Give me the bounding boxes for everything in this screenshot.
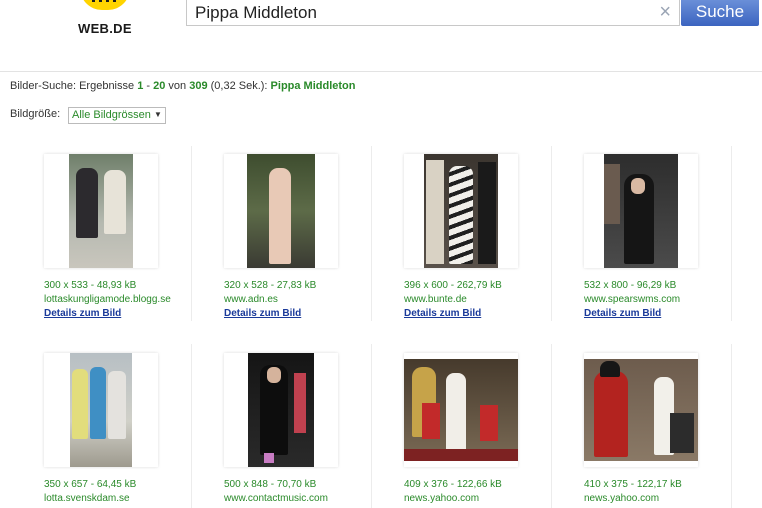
image-source[interactable]: lottaskungligamode.blogg.se xyxy=(44,294,171,305)
image-thumbnail[interactable] xyxy=(404,154,518,268)
column-divider xyxy=(731,344,732,508)
results-dash: - xyxy=(143,80,154,92)
logo-mark-icon xyxy=(80,0,130,10)
webde-logo[interactable]: WEB.DE xyxy=(70,0,140,38)
results-to: 20 xyxy=(153,80,166,92)
image-dimensions: 409 x 376 - 122,66 kB xyxy=(404,479,502,490)
image-dimensions: 350 x 657 - 64,45 kB xyxy=(44,479,137,490)
results-total: 309 xyxy=(189,80,208,92)
image-dimensions: 532 x 800 - 96,29 kB xyxy=(584,280,677,291)
image-dimensions: 300 x 533 - 48,93 kB xyxy=(44,280,137,291)
image-source[interactable]: www.spearswms.com xyxy=(584,294,680,305)
header-divider xyxy=(0,71,762,72)
size-filter-label: Bildgröße: xyxy=(10,108,61,120)
image-dimensions: 410 x 375 - 122,17 kB xyxy=(584,479,682,490)
results-query: Pippa Middleton xyxy=(270,80,356,92)
dropdown-arrow-icon: ▼ xyxy=(153,110,162,119)
column-divider xyxy=(191,146,192,321)
image-thumbnail[interactable] xyxy=(404,353,518,467)
results-of: von xyxy=(165,80,190,92)
logo-wordmark: WEB.DE xyxy=(78,21,132,36)
results-prefix: Bilder-Suche: Ergebnisse xyxy=(10,80,138,92)
search-button[interactable]: Suche xyxy=(681,0,759,26)
size-filter-value: Alle Bildgrössen xyxy=(72,109,151,121)
image-thumbnail[interactable] xyxy=(224,154,338,268)
results-time: (0,32 Sek.): xyxy=(207,80,271,92)
size-filter-select[interactable]: Alle Bildgrössen ▼ xyxy=(68,107,166,124)
column-divider xyxy=(371,146,372,321)
image-thumbnail[interactable] xyxy=(224,353,338,467)
image-source[interactable]: www.adn.es xyxy=(224,294,278,305)
column-divider xyxy=(731,146,732,321)
image-thumbnail[interactable] xyxy=(44,154,158,268)
image-thumbnail[interactable] xyxy=(44,353,158,467)
image-source[interactable]: www.bunte.de xyxy=(404,294,467,305)
image-dimensions: 320 x 528 - 27,83 kB xyxy=(224,280,317,291)
column-divider xyxy=(551,146,552,321)
details-link[interactable]: Details zum Bild xyxy=(584,308,661,319)
details-link[interactable]: Details zum Bild xyxy=(44,308,121,319)
image-thumbnail[interactable] xyxy=(584,353,698,467)
column-divider xyxy=(371,344,372,508)
details-link[interactable]: Details zum Bild xyxy=(224,308,301,319)
clear-icon[interactable]: × xyxy=(659,2,671,22)
image-source[interactable]: news.yahoo.com xyxy=(584,493,659,504)
search-input[interactable]: Pippa Middleton × xyxy=(186,0,680,26)
image-source[interactable]: news.yahoo.com xyxy=(404,493,479,504)
image-thumbnail[interactable] xyxy=(584,154,698,268)
image-source[interactable]: www.contactmusic.com xyxy=(224,493,328,504)
image-dimensions: 500 x 848 - 70,70 kB xyxy=(224,479,317,490)
column-divider xyxy=(191,344,192,508)
column-divider xyxy=(551,344,552,508)
image-source[interactable]: lotta.svenskdam.se xyxy=(44,493,130,504)
results-summary: Bilder-Suche: Ergebnisse 1 - 20 von 309 … xyxy=(10,80,356,92)
search-query-value[interactable]: Pippa Middleton xyxy=(195,3,317,23)
image-dimensions: 396 x 600 - 262,79 kB xyxy=(404,280,502,291)
details-link[interactable]: Details zum Bild xyxy=(404,308,481,319)
